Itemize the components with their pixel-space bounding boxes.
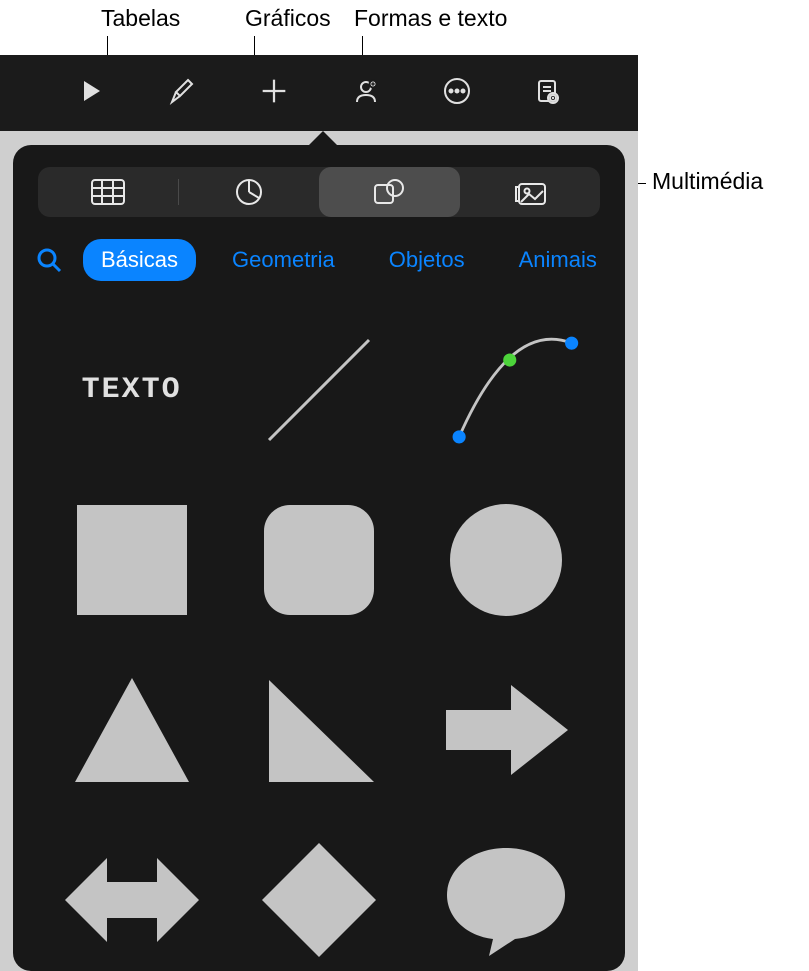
callout-tables: Tabelas [101, 5, 180, 32]
shape-diamond[interactable] [244, 825, 394, 971]
category-animals[interactable]: Animais [501, 239, 615, 281]
app-canvas: Básicas Geometria Objetos Animais TEXTO [0, 55, 638, 971]
collaborate-icon[interactable] [351, 76, 381, 111]
shape-curve[interactable] [431, 315, 581, 465]
shape-rounded-square[interactable] [244, 485, 394, 635]
insert-popover: Básicas Geometria Objetos Animais TEXTO [13, 145, 625, 971]
callout-shapes-text: Formas e texto [354, 5, 507, 32]
shape-line[interactable] [244, 315, 394, 465]
category-objects[interactable]: Objetos [371, 239, 483, 281]
segment-media[interactable] [460, 167, 601, 217]
search-icon[interactable] [33, 244, 65, 276]
text-shape-label: TEXTO [82, 373, 182, 407]
popover-beak [305, 131, 341, 149]
format-brush-icon[interactable] [166, 76, 196, 111]
play-icon[interactable] [76, 76, 106, 111]
more-icon[interactable] [442, 76, 472, 111]
shape-circle[interactable] [431, 485, 581, 635]
category-geometry[interactable]: Geometria [214, 239, 353, 281]
shape-category-row: Básicas Geometria Objetos Animais [33, 237, 625, 283]
shape-arrow-right[interactable] [431, 655, 581, 805]
segment-tables[interactable] [38, 167, 179, 217]
shape-right-triangle[interactable] [244, 655, 394, 805]
shape-triangle[interactable] [57, 655, 207, 805]
segment-shapes[interactable] [319, 167, 460, 217]
callout-media: Multimédia [652, 168, 763, 195]
shape-double-arrow[interactable] [57, 825, 207, 971]
shape-text[interactable]: TEXTO [57, 315, 207, 465]
shape-speech-bubble[interactable] [431, 825, 581, 971]
app-toolbar [0, 55, 638, 131]
presenter-notes-icon[interactable] [532, 76, 562, 111]
callout-charts: Gráficos [245, 5, 331, 32]
shapes-grid: TEXTO [13, 295, 625, 971]
insert-plus-icon[interactable] [257, 74, 291, 113]
insert-type-segmented [38, 167, 600, 217]
shape-square[interactable] [57, 485, 207, 635]
segment-charts[interactable] [179, 167, 320, 217]
category-basics[interactable]: Básicas [83, 239, 196, 281]
